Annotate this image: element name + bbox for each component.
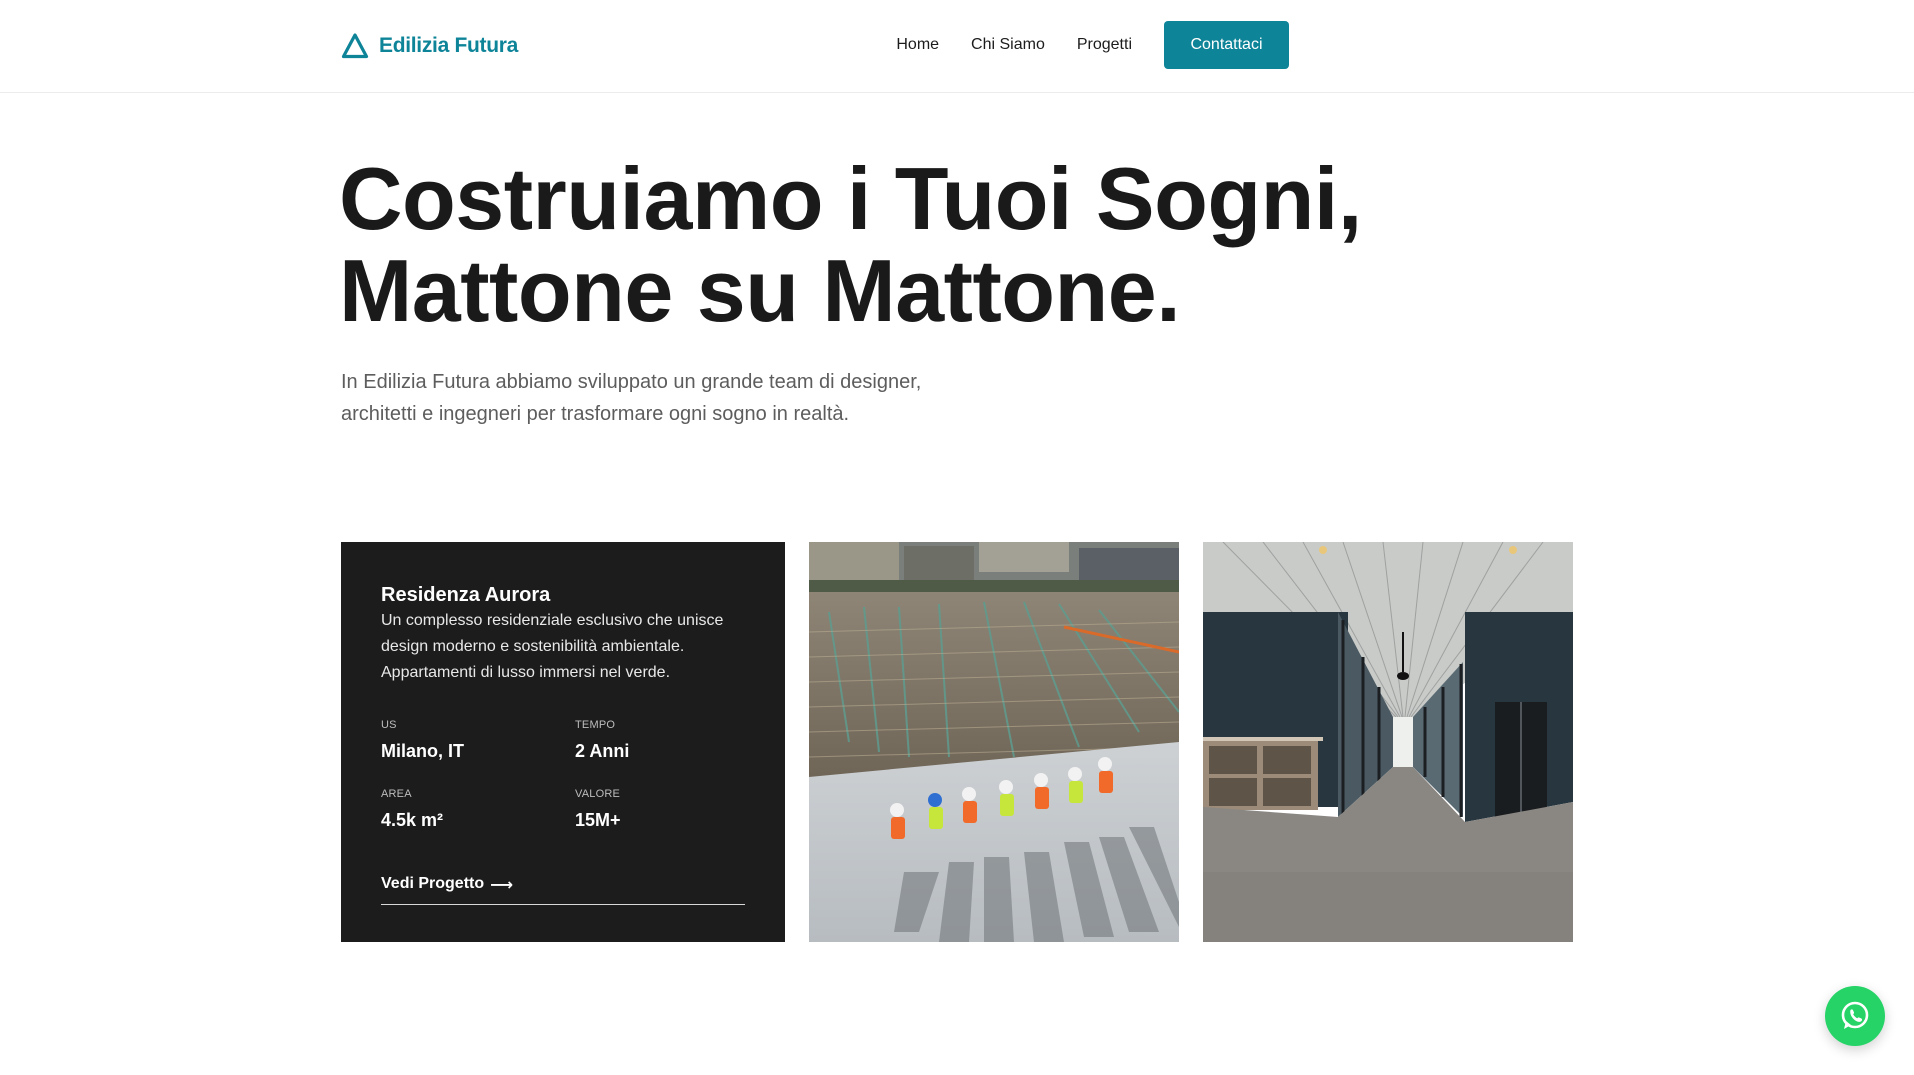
hero-title: Costruiamo i Tuoi Sogni, Mattone su Matt… [339, 153, 1439, 337]
logo-link[interactable]: Edilizia Futura [341, 30, 518, 62]
main-nav: Home Chi Siamo Progetti Contattaci [896, 21, 1289, 69]
stat-value: 15M+ [575, 810, 621, 830]
hero-subtitle-line: architetti e ingegneri per trasformare o… [341, 403, 850, 425]
project-stats: US Milano, IT TEMPO 2 Anni AREA 4.5k m² … [381, 719, 745, 831]
hero-title-line: Costruiamo i Tuoi Sogni, [339, 149, 1362, 248]
office-corridor-photo [1203, 542, 1573, 942]
project-description-line: Appartamenti di lusso immersi nel verde. [381, 664, 671, 681]
site-header: Edilizia Futura Home Chi Siamo Progetti … [0, 0, 1914, 93]
stat-label: US [381, 719, 397, 731]
stat-value: 4.5k m² [381, 810, 444, 830]
hero-subtitle: In Edilizia Futura abbiamo sviluppato un… [341, 366, 981, 430]
office-corridor-image [1203, 542, 1573, 942]
view-project-link[interactable]: Vedi Progetto ⟶ [381, 875, 745, 905]
project-description-line: design moderno e sostenibilità ambiental… [381, 638, 685, 655]
stat-area: AREA 4.5k m² [381, 788, 575, 831]
page: Edilizia Futura Home Chi Siamo Progetti … [0, 0, 1914, 1075]
project-card: Residenza Aurora Un complesso residenzia… [341, 542, 785, 942]
triangle-logo-icon [341, 33, 369, 59]
construction-site-image [809, 542, 1179, 942]
stat-time: TEMPO 2 Anni [575, 719, 769, 762]
stat-label: AREA [381, 788, 412, 800]
stat-location: US Milano, IT [381, 719, 575, 762]
stat-label: TEMPO [575, 719, 616, 731]
nav-progetti[interactable]: Progetti [1077, 36, 1132, 54]
stat-label: VALORE [575, 788, 621, 800]
contact-button[interactable]: Contattaci [1164, 21, 1289, 69]
stat-value-amount: VALORE 15M+ [575, 788, 769, 831]
nav-home[interactable]: Home [896, 36, 939, 54]
whatsapp-icon [1841, 1001, 1869, 1029]
view-project-label: Vedi Progetto [381, 875, 485, 892]
brand-name: Edilizia Futura [379, 34, 519, 57]
nav-chi-siamo[interactable]: Chi Siamo [971, 36, 1045, 54]
project-title: Residenza Aurora [381, 584, 551, 606]
stat-value: 2 Anni [575, 741, 630, 761]
project-description: Un complesso residenziale esclusivo che … [381, 608, 745, 686]
stat-value: Milano, IT [381, 741, 464, 761]
arrow-right-icon: ⟶ [490, 877, 514, 894]
hero-subtitle-line: In Edilizia Futura abbiamo sviluppato un… [341, 371, 922, 393]
hero-title-line: Mattone su Mattone. [339, 241, 1181, 340]
construction-site-photo [809, 542, 1179, 942]
whatsapp-button[interactable] [1825, 986, 1885, 1046]
project-description-line: Un complesso residenziale esclusivo che … [381, 612, 724, 629]
